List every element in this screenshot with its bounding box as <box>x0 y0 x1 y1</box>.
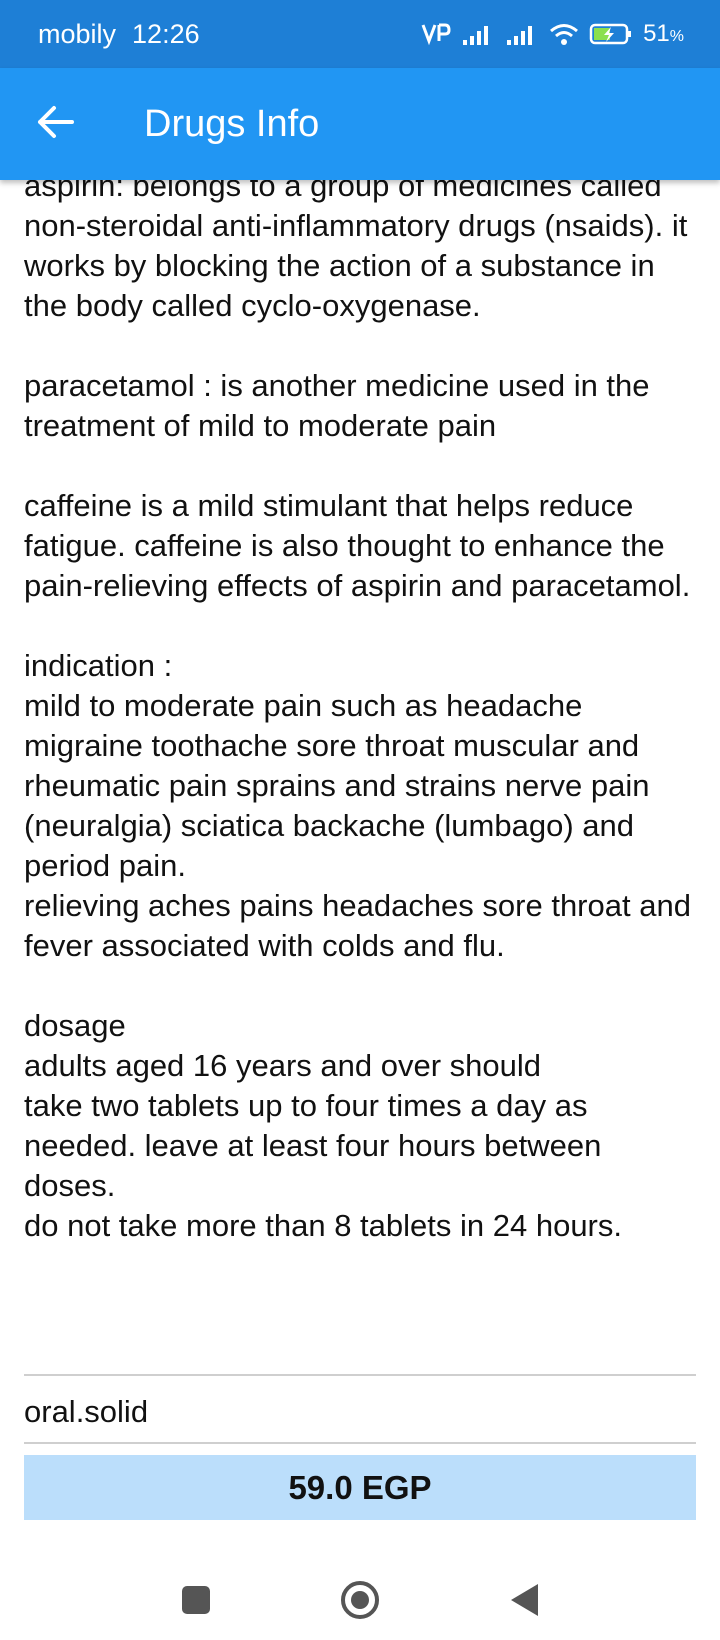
description-aspirin: aspirin: belongs to a group of medicines… <box>24 168 688 323</box>
arrow-left-icon <box>36 105 76 144</box>
page-title: Drugs Info <box>144 103 320 145</box>
battery-level: 51 <box>643 20 670 47</box>
triangle-back-icon <box>508 1582 540 1623</box>
drug-description: aspirin: belongs to a group of medicines… <box>24 166 700 1256</box>
system-nav-bar <box>0 1560 720 1640</box>
description-dosage: dosage adults aged 16 years and over sho… <box>24 1008 622 1243</box>
wifi-icon <box>549 22 579 46</box>
status-time: 12:26 <box>132 18 200 49</box>
battery-icon <box>589 22 633 46</box>
description-paracetamol: paracetamol : is another medicine used i… <box>24 368 650 443</box>
price-label: 59.0 EGP <box>288 1468 432 1506</box>
circle-home-icon <box>340 1580 380 1625</box>
status-bar: mobily 12:26 51% <box>0 0 720 68</box>
back-button[interactable] <box>28 96 84 152</box>
divider <box>24 1442 696 1444</box>
status-icons: 51% <box>421 0 684 68</box>
divider <box>24 1374 696 1376</box>
description-caffeine: caffeine is a mild stimulant that helps … <box>24 488 691 603</box>
signal-icon-2 <box>505 22 539 46</box>
back-nav-button[interactable] <box>502 1580 546 1624</box>
status-left: mobily 12:26 <box>38 0 200 68</box>
volte-icon <box>421 21 451 47</box>
recents-button[interactable] <box>174 1580 218 1624</box>
route-of-administration: oral.solid <box>24 1394 149 1429</box>
price-badge: 59.0 EGP <box>24 1455 696 1520</box>
signal-icon <box>461 22 495 46</box>
square-recents-icon <box>181 1585 211 1620</box>
description-indication: indication : mild to moderate pain such … <box>24 648 691 963</box>
home-button[interactable] <box>338 1580 382 1624</box>
carrier-name: mobily <box>38 18 117 49</box>
app-bar: Drugs Info <box>0 68 720 180</box>
battery-unit: % <box>669 28 684 45</box>
